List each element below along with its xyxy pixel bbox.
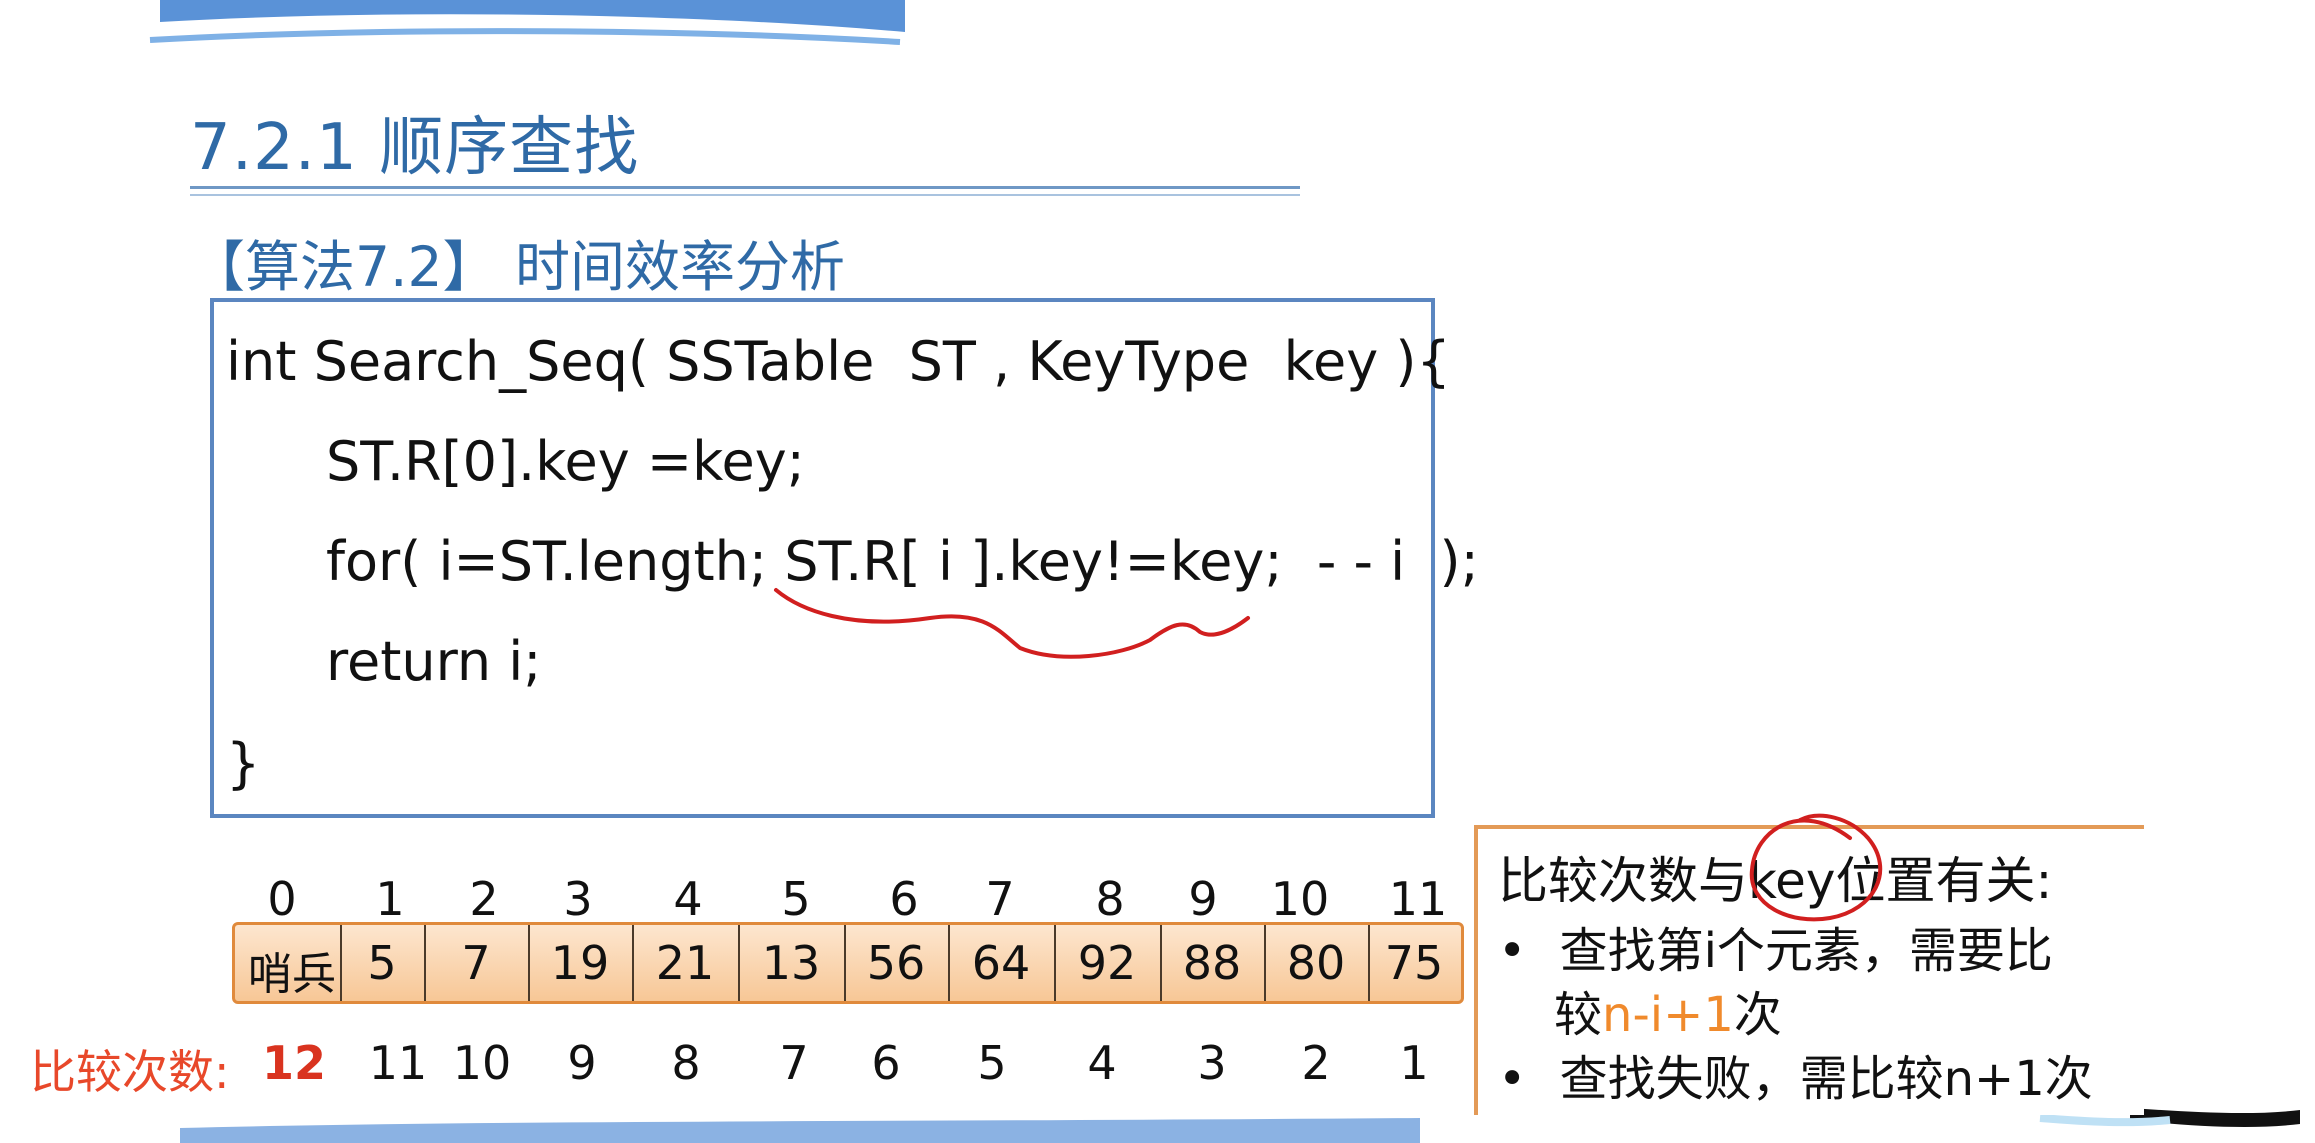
array-cell-value: 7 xyxy=(461,936,491,990)
array-index: 3 xyxy=(563,872,593,926)
code-line-return: return i; xyxy=(326,630,542,693)
comparison-count: 5 xyxy=(977,1036,1007,1090)
analysis-note-box: 比较次数与key位置有关: • 查找第i个元素，需要比 较n-i+1次 • 查找… xyxy=(1474,825,2144,1115)
comparison-count: 1 xyxy=(1399,1036,1429,1090)
slide-title: 7.2.1 顺序查找 xyxy=(190,111,640,185)
sentinel-cell: 哨兵 xyxy=(248,949,336,1000)
array-index: 2 xyxy=(469,872,499,926)
array-cell-value: 19 xyxy=(550,936,610,990)
array-index: 5 xyxy=(781,872,811,926)
array-index: 8 xyxy=(1095,872,1125,926)
array-cell-value: 80 xyxy=(1286,936,1346,990)
slide-stage: 7.2.1 顺序查找 【算法7.2】 时间效率分析 int Search_Seq… xyxy=(0,0,2315,1143)
array-cell-value: 88 xyxy=(1182,936,1242,990)
bullet-symbol: • xyxy=(1498,923,1527,979)
bullet-symbol: • xyxy=(1498,1051,1527,1107)
note-found-line1: 查找第i个元素，需要比 xyxy=(1559,923,2053,979)
array-cell-value: 56 xyxy=(866,936,926,990)
comparison-count: 2 xyxy=(1301,1036,1331,1090)
array-index: 10 xyxy=(1270,872,1330,926)
note-bullet-fail: • 查找失败，需比较n+1次 xyxy=(1498,1039,2093,1109)
array-cell-value: 92 xyxy=(1077,936,1137,990)
algorithm-subtitle: 【算法7.2】 时间效率分析 xyxy=(190,235,845,299)
array-index: 7 xyxy=(985,872,1015,926)
comparisons-label: 比较次数: xyxy=(30,1045,230,1099)
array-index: 9 xyxy=(1188,872,1218,926)
code-line-loop: for( i=ST.length; ST.R[ i ].key!=key; - … xyxy=(326,530,1479,593)
comparison-count: 7 xyxy=(779,1036,809,1090)
array-cell-value: 21 xyxy=(655,936,715,990)
title-underline xyxy=(190,186,1300,189)
array-cell-value: 13 xyxy=(761,936,821,990)
array-index: 0 xyxy=(267,872,297,926)
array-cell-value: 5 xyxy=(367,936,397,990)
note-found-prefix: 较 xyxy=(1554,987,1603,1043)
note-bullet-found: • 查找第i个元素，需要比 xyxy=(1498,911,2053,981)
comparison-count: 11 xyxy=(368,1036,428,1090)
note-fail-text: 查找失败，需比较n+1次 xyxy=(1559,1051,2093,1107)
comparison-formula: n-i+1 xyxy=(1602,987,1734,1043)
note-found-line2: 较n-i+1次 xyxy=(1554,975,1782,1045)
array-index: 4 xyxy=(673,872,703,926)
array-index: 1 xyxy=(375,872,405,926)
note-found-suffix: 次 xyxy=(1733,987,1782,1043)
comparison-count: 4 xyxy=(1087,1036,1117,1090)
comparison-count: 6 xyxy=(871,1036,901,1090)
code-line-sentinel: ST.R[0].key =key; xyxy=(326,430,805,493)
comparison-count: 12 xyxy=(261,1036,326,1090)
comparison-count: 3 xyxy=(1197,1036,1227,1090)
array-index: 11 xyxy=(1388,872,1448,926)
array-cell-value: 75 xyxy=(1384,936,1444,990)
code-line-close: } xyxy=(226,732,261,795)
comparison-count: 9 xyxy=(567,1036,597,1090)
comparison-count: 8 xyxy=(671,1036,701,1090)
array-cell-value: 64 xyxy=(971,936,1031,990)
code-line-signature: int Search_Seq( SSTable ST , KeyType key… xyxy=(226,330,1451,393)
title-underline-thin xyxy=(190,194,1300,196)
comparison-count: 10 xyxy=(452,1036,512,1090)
note-heading: 比较次数与key位置有关: xyxy=(1498,852,2053,910)
array-index: 6 xyxy=(889,872,919,926)
